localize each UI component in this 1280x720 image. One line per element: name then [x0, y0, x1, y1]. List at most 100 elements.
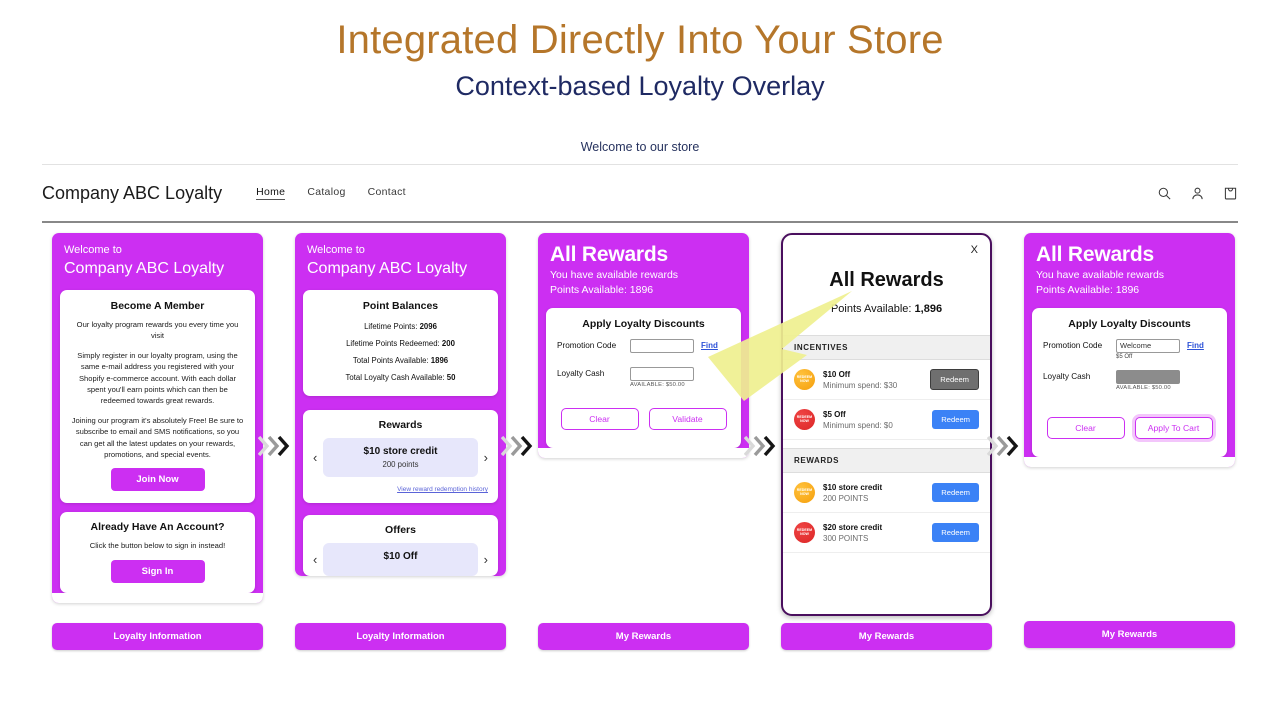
promotion-code-label: Promotion Code: [1043, 341, 1103, 351]
points-available-text: Points Available: 1896: [550, 283, 654, 296]
balance-label: Lifetime Points:: [364, 322, 418, 332]
offer-item-title: $10 Off: [383, 551, 418, 563]
existing-account-text: Click the button below to sign in instea…: [89, 541, 226, 551]
balance-label: Total Loyalty Cash Available:: [345, 373, 445, 383]
balance-value: 1896: [430, 356, 449, 366]
find-link[interactable]: Find: [1187, 341, 1204, 350]
item-title: $20 store credit: [823, 522, 883, 532]
modal-points-value: 1,896: [914, 303, 943, 316]
promotion-code-row: Promotion Code Find: [1043, 338, 1216, 353]
badge-text: REDEEM NOW: [796, 488, 813, 496]
item-title: $10 store credit: [823, 482, 883, 492]
welcome-line: Welcome to: [307, 244, 365, 257]
close-icon[interactable]: X: [971, 244, 978, 256]
clear-button[interactable]: Clear: [1046, 416, 1125, 439]
find-link-label: Find: [701, 341, 718, 351]
panel-spacer: [538, 447, 749, 458]
balance-row: Total Points Available: 1896: [314, 356, 487, 365]
balance-label: Total Points Available:: [352, 356, 429, 366]
become-member-p1: Our loyalty program rewards you every ti…: [76, 320, 239, 341]
flow-arrow: [744, 433, 779, 459]
page-title: Integrated Directly Into Your Store: [336, 18, 944, 62]
chevron-left-icon[interactable]: ‹: [313, 451, 317, 464]
redeem-button[interactable]: Redeem: [930, 369, 979, 391]
panel-all-rewards-modal: X All Rewards Points Available: 1,896 IN…: [781, 233, 992, 617]
announcement-bar: Welcome to our store: [580, 140, 700, 155]
form-actions: Clear Apply To Cart: [1043, 416, 1216, 439]
item-text: $20 store credit 300 POINTS: [823, 523, 932, 543]
panel-balances: Welcome to Company ABC Loyalty Point Bal…: [295, 233, 506, 577]
offer-item[interactable]: $10 Off: [323, 543, 478, 577]
loyalty-cash-note: AVAILABLE: $50.00: [630, 381, 685, 388]
item-text: $5 Off Minimum spend: $0: [823, 410, 932, 430]
store-header: Company ABC Loyalty Home Catalog Contact: [42, 165, 1238, 224]
clear-button[interactable]: Clear: [560, 407, 639, 430]
promotion-code-row: Promotion Code Find: [557, 332, 730, 359]
rewards-title: Rewards: [378, 419, 423, 432]
reward-history-link[interactable]: View reward redemption history: [313, 486, 488, 493]
bottom-bar-loyalty-information[interactable]: Loyalty Information: [52, 623, 263, 650]
loyalty-cash-row: Loyalty Cash: [1043, 369, 1216, 384]
panel-discounts-empty: All Rewards You have available rewards P…: [538, 233, 749, 458]
validate-button[interactable]: Validate: [648, 407, 727, 430]
badge-text: REDEEM NOW: [796, 375, 813, 383]
reward-item[interactable]: $10 store credit 200 points: [323, 438, 478, 478]
cart-icon[interactable]: [1223, 185, 1238, 201]
balance-row: Lifetime Points: 2096: [314, 322, 487, 331]
redeem-button[interactable]: Redeem: [932, 523, 979, 543]
badge-text: REDEEM NOW: [796, 528, 813, 536]
balance-value: 200: [441, 339, 455, 349]
loyalty-overlay-card: Welcome to Company ABC Loyalty Become A …: [52, 233, 263, 603]
reward-item-points: 200 points: [382, 460, 419, 470]
redeem-button[interactable]: Redeem: [932, 483, 979, 503]
promotion-code-input[interactable]: [1116, 338, 1180, 353]
overlay-flow: Welcome to Company ABC Loyalty Become A …: [42, 233, 1238, 653]
promotion-code-label: Promotion Code: [557, 341, 617, 351]
form-actions: Clear Validate: [557, 407, 730, 430]
account-icon[interactable]: [1190, 186, 1205, 201]
bottom-bar-loyalty-information[interactable]: Loyalty Information: [295, 623, 506, 650]
company-name: Company ABC Loyalty: [307, 260, 468, 278]
overlay-body: Point Balances Lifetime Points: 2096 Lif…: [295, 290, 506, 577]
balance-row: Lifetime Points Redeemed: 200: [314, 339, 487, 348]
store-logo-text: Company ABC Loyalty: [42, 182, 223, 203]
apply-discounts-title: Apply Loyalty Discounts: [582, 317, 705, 330]
sign-in-button[interactable]: Sign In: [110, 559, 205, 583]
promotion-code-input[interactable]: [630, 338, 694, 353]
chevron-right-icon[interactable]: ›: [484, 553, 488, 566]
apply-to-cart-button[interactable]: Apply To Cart: [1134, 416, 1213, 439]
item-subtitle: 200 POINTS: [823, 493, 869, 503]
reward-list-item: REDEEM NOW $10 store credit 200 POINTS R…: [783, 473, 990, 514]
offers-card: Offers ‹ $10 Off ›: [303, 515, 498, 577]
item-subtitle: Minimum spend: $30: [823, 380, 898, 390]
redeem-button[interactable]: Redeem: [932, 410, 979, 430]
loyalty-cash-input[interactable]: [630, 366, 694, 381]
become-member-title: Become A Member: [110, 300, 205, 313]
reward-list-item: REDEEM NOW $20 store credit 300 POINTS R…: [783, 513, 990, 554]
panel-discounts-filled: All Rewards You have available rewards P…: [1024, 233, 1235, 467]
reward-item-title: $10 store credit: [363, 446, 438, 458]
panel-join: Welcome to Company ABC Loyalty Become A …: [52, 233, 263, 603]
nav-item-contact[interactable]: Contact: [368, 186, 406, 200]
nav-item-catalog[interactable]: Catalog: [307, 186, 345, 200]
overlay-header: Welcome to Company ABC Loyalty: [52, 233, 263, 297]
bottom-bar-my-rewards[interactable]: My Rewards: [1024, 621, 1235, 648]
loyalty-cash-input[interactable]: [1116, 369, 1180, 384]
bottom-bar-my-rewards[interactable]: My Rewards: [538, 623, 749, 650]
nav-item-home[interactable]: Home: [256, 186, 286, 201]
bottom-bar-my-rewards[interactable]: My Rewards: [781, 623, 992, 650]
apply-discounts-title: Apply Loyalty Discounts: [1068, 317, 1191, 330]
overlay-header: All Rewards You have available rewards P…: [1024, 233, 1235, 314]
become-member-card: Become A Member Our loyalty program rewa…: [60, 290, 255, 504]
overlay-body: Apply Loyalty Discounts Promotion Code F…: [1024, 307, 1235, 467]
triple-chevron-icon: [501, 436, 533, 457]
chevron-left-icon[interactable]: ‹: [313, 553, 317, 566]
redeem-badge-icon: REDEEM NOW: [794, 369, 815, 391]
item-title: $10 Off: [823, 369, 851, 379]
search-icon[interactable]: [1157, 186, 1172, 201]
find-link[interactable]: Find: [696, 332, 723, 359]
join-now-button[interactable]: Join Now: [110, 468, 205, 492]
balance-value: 2096: [419, 322, 437, 332]
point-balances-card: Point Balances Lifetime Points: 2096 Lif…: [303, 290, 498, 397]
chevron-right-icon[interactable]: ›: [484, 451, 488, 464]
